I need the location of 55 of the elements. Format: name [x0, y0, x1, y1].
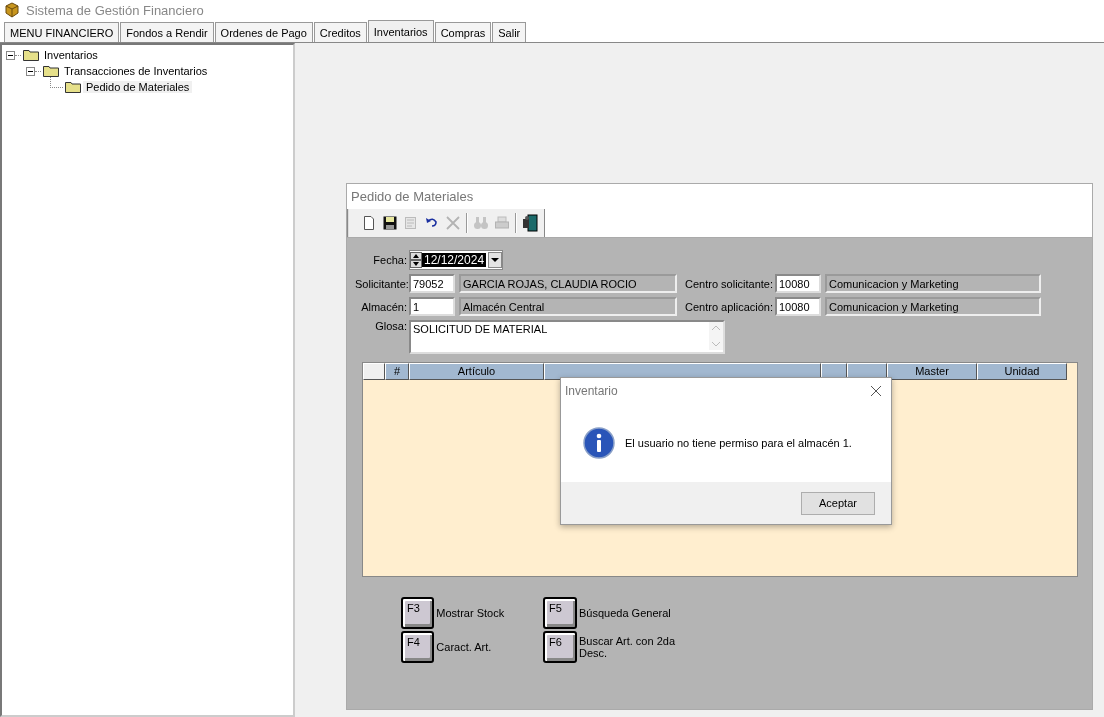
function-key[interactable]: F5	[543, 597, 577, 629]
tree-item[interactable]: Pedido de Materiales	[83, 81, 193, 93]
dialog-message: El usuario no tiene permiso para el almacén 1.	[625, 436, 852, 449]
field-label: Centro aplicación:	[685, 300, 773, 313]
name-field: Comunicacion y Marketing	[825, 297, 1041, 316]
tree-item[interactable]: Inventarios	[41, 49, 101, 61]
menu-tab[interactable]: Salir	[492, 22, 527, 42]
menu-tab[interactable]: Compras	[434, 22, 492, 42]
field-label: Fecha:	[372, 254, 407, 266]
tree-item[interactable]: Transacciones de Inventarios	[61, 65, 211, 77]
column-header[interactable]: Artículo	[409, 363, 544, 380]
folder-icon	[23, 49, 39, 61]
exit-door-icon[interactable]	[522, 214, 538, 232]
folder-icon	[65, 81, 81, 93]
code-field[interactable]: 79052	[409, 274, 455, 293]
menu-tab[interactable]: Ordenes de Pago	[214, 22, 313, 42]
function-key-label: Mostrar Stock	[436, 607, 506, 619]
name-field: Comunicacion y Marketing	[825, 274, 1041, 293]
spin-icon[interactable]	[410, 252, 422, 268]
field-label: Solicitante:	[355, 277, 407, 290]
column-header[interactable]: #	[385, 363, 409, 380]
function-key-label: Caract. Art.	[436, 641, 493, 653]
header-corner	[363, 363, 385, 380]
menu-tab[interactable]: MENU FINANCIERO	[4, 22, 120, 42]
code-field[interactable]: 10080	[775, 297, 821, 316]
window-title: Sistema de Gestión Financiero	[26, 2, 204, 18]
field-label: Centro solicitante:	[685, 277, 773, 290]
name-field: GARCIA ROJAS, CLAUDIA ROCIO	[459, 274, 677, 293]
collapse-icon[interactable]	[6, 50, 15, 60]
new-document-icon[interactable]	[361, 215, 377, 231]
child-window-title: Pedido de Materiales	[347, 184, 1092, 209]
field-label: Glosa:	[374, 320, 407, 332]
function-key[interactable]: F3	[401, 597, 435, 629]
function-key-label: Búsqueda General	[579, 607, 672, 619]
name-field: Almacén Central	[459, 297, 677, 316]
column-header[interactable]: Unidad	[977, 363, 1067, 380]
menu-tab[interactable]: Inventarios	[367, 20, 434, 42]
collapse-icon[interactable]	[26, 66, 35, 76]
dialog-title: Inventario	[565, 383, 618, 398]
column-header[interactable]: Master	[887, 363, 977, 380]
field-label: Almacén:	[360, 300, 407, 313]
app-icon	[4, 2, 20, 18]
menu-tab[interactable]: Creditos	[313, 22, 367, 42]
folder-icon	[43, 65, 59, 77]
menu-tab[interactable]: Fondos a Rendir	[120, 22, 214, 42]
info-icon	[583, 426, 615, 459]
accept-button[interactable]: Aceptar	[801, 491, 875, 515]
date-picker[interactable]: 12/12/2024	[409, 250, 504, 270]
function-key[interactable]: F4	[401, 631, 435, 663]
code-field[interactable]: 10080	[775, 274, 821, 293]
close-icon[interactable]	[870, 384, 882, 397]
code-field[interactable]: 1	[409, 297, 455, 316]
function-key-label: Buscar Art. con 2da Desc.	[579, 635, 676, 659]
function-key[interactable]: F6	[543, 631, 577, 663]
save-icon[interactable]	[382, 215, 398, 231]
